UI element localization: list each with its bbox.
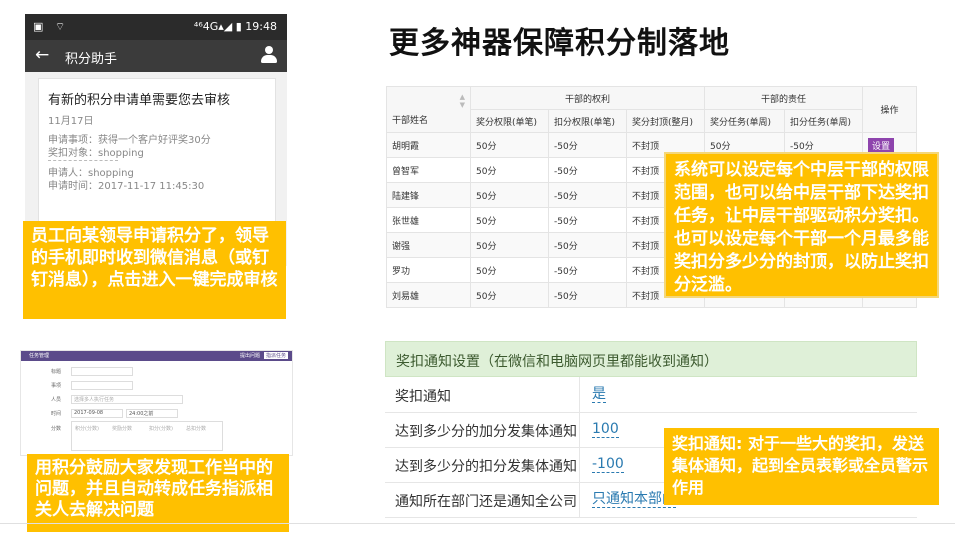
time-select[interactable]: 24:00之前 xyxy=(126,409,178,418)
notify-value-link[interactable]: -100 xyxy=(592,456,624,473)
app-bar: ← 积分助手 xyxy=(25,40,287,72)
task-form-thumbnail: 任务管理 提出问题 指派任务 标题 事项 人员 选择多人执行任务 时间 2017-… xyxy=(20,350,293,456)
page-title: 更多神器保障积分制落地 xyxy=(389,26,730,61)
thumb-header: 任务管理 提出问题 指派任务 xyxy=(21,351,292,361)
col-cadre-name[interactable]: ▲ ▼ 干部姓名 xyxy=(386,86,471,133)
matter-input[interactable] xyxy=(71,381,133,390)
tab-raise-issue[interactable]: 提出问题 xyxy=(238,352,262,359)
award-target: 奖扣对象：shopping xyxy=(48,148,144,159)
app-title: 积分助手 xyxy=(65,52,118,67)
date-input[interactable]: 2017-09-08 xyxy=(71,409,123,418)
notify-header: 奖扣通知设置（在微信和电脑网页里都能收到通知） xyxy=(385,341,917,377)
notify-value-link[interactable]: 100 xyxy=(592,421,619,438)
callout-approval: 员工向某领导申请积分了，领导的手机即时收到微信消息（或钉钉消息），点击进入一键完… xyxy=(23,221,286,319)
col-award-task: 奖分任务(单周) xyxy=(704,109,785,133)
notify-label: 达到多少分的加分发集体通知 xyxy=(385,412,580,447)
sort-icon[interactable]: ▲ ▼ xyxy=(460,93,465,109)
col-operation: 操作 xyxy=(862,86,918,133)
notify-row: 奖扣通知 是 xyxy=(385,377,917,413)
divider xyxy=(0,523,955,524)
col-deduct-task: 扣分任务(单周) xyxy=(783,109,864,133)
col-award-cap: 奖分封顶(整月) xyxy=(626,109,705,133)
setting-button[interactable]: 设置 xyxy=(868,137,895,153)
user-icon[interactable] xyxy=(261,46,277,64)
title-input[interactable] xyxy=(71,367,133,376)
group-rights: 干部的权利 xyxy=(470,86,705,110)
status-bar: ▣ ⌔ ⁴⁶4G▴◢ ▮ 19:48 xyxy=(25,14,287,40)
col-deduct-limit: 扣分权限(单笔) xyxy=(548,109,627,133)
status-clock: ⁴⁶4G▴◢ ▮ 19:48 xyxy=(193,20,277,33)
label-time: 时间 xyxy=(51,411,62,417)
group-duty: 干部的责任 xyxy=(703,86,864,110)
callout-permissions: 系统可以设定每个中层干部的权限范围，也可以给中层干部下达奖扣任务，让中层干部驱动… xyxy=(664,152,939,298)
notify-label: 通知所在部门还是通知全公司 xyxy=(385,482,580,517)
card-title: 有新的积分申请单需要您去审核 xyxy=(48,93,231,108)
label-people: 人员 xyxy=(51,397,62,403)
notify-value-link[interactable]: 是 xyxy=(592,386,606,403)
label-score: 分数 xyxy=(51,426,62,432)
tab-assign-task[interactable]: 指派任务 xyxy=(263,352,288,359)
applicant: 申请人：shopping xyxy=(48,168,134,179)
notify-label: 达到多少分的扣分发集体通知 xyxy=(385,447,580,482)
label-title: 标题 xyxy=(51,369,62,375)
card-meta: 申请人：shopping 申请时间：2017-11-17 11:45:30 xyxy=(48,167,204,193)
apply-time: 申请时间：2017-11-17 11:45:30 xyxy=(48,181,205,192)
status-icons: ▣ ⌔ xyxy=(33,20,70,33)
card-details: 申请事项：获得一个客户好评奖30分 奖扣对象：shopping xyxy=(48,134,211,160)
divider xyxy=(48,160,118,161)
apply-item: 申请事项：获得一个客户好评奖30分 xyxy=(48,135,211,146)
col-award-limit: 奖分权限(单笔) xyxy=(470,109,549,133)
thumb-tabs: 提出问题 指派任务 xyxy=(236,352,288,359)
callout-notify: 奖扣通知: 对于一些大的奖扣，发送集体通知，起到全员表彰或全员警示作用 xyxy=(664,428,939,505)
callout-tasks: 用积分鼓励大家发现工作当中的问题，并且自动转成任务指派相关人去解决问题 xyxy=(27,454,289,532)
score-box: 积分(分数) 奖励分数 扣分(分数) 总扣分数 xyxy=(71,421,223,451)
back-arrow-icon[interactable]: ← xyxy=(35,45,49,65)
thumb-title: 任务管理 xyxy=(29,353,50,359)
label-matter: 事项 xyxy=(51,383,62,389)
card-date: 11月17日 xyxy=(48,116,94,127)
people-input[interactable]: 选择多人执行任务 xyxy=(71,395,183,404)
notify-label: 奖扣通知 xyxy=(385,377,580,412)
